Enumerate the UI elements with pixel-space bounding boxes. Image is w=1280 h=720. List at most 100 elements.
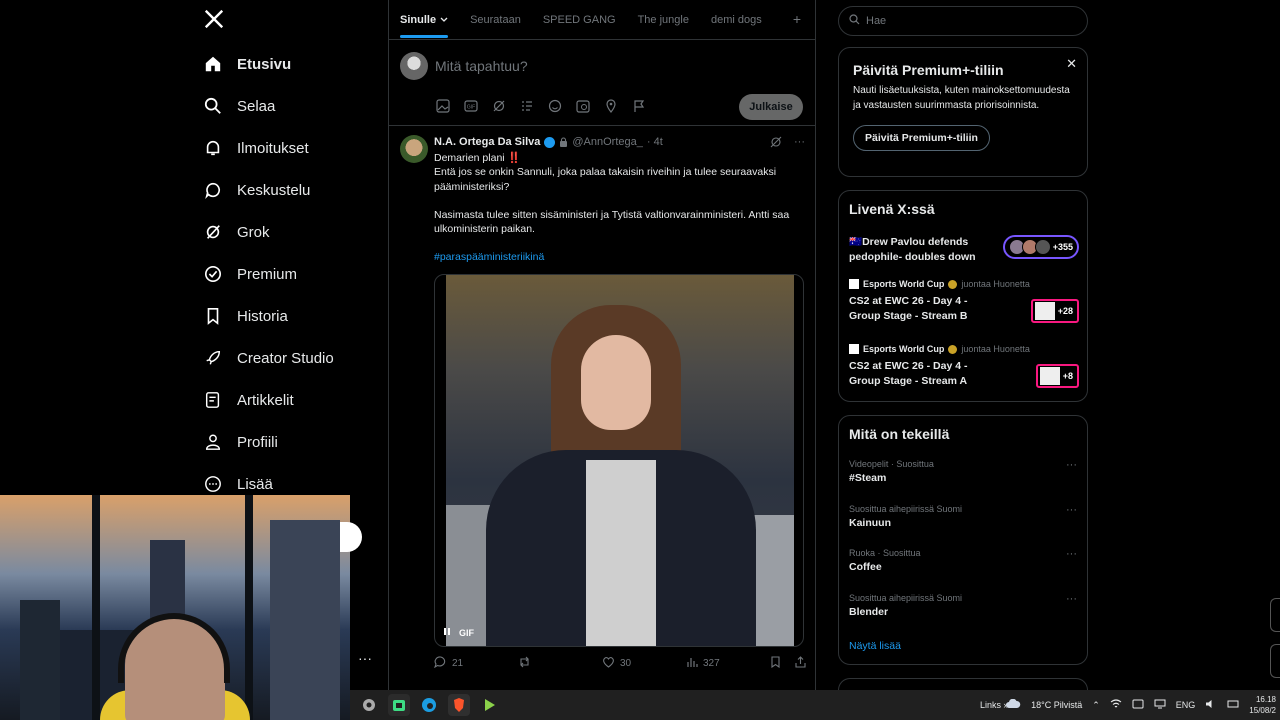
- tab-speed-gang[interactable]: SPEED GANG: [543, 14, 616, 26]
- gif-icon[interactable]: GIF: [463, 98, 479, 114]
- bookmark-icon[interactable]: [770, 656, 781, 671]
- live-section-title: Livenä X:ssä: [849, 201, 935, 217]
- location-icon[interactable]: [603, 98, 619, 114]
- nav-item-premium[interactable]: Premium: [203, 257, 297, 291]
- repost-icon: [518, 656, 531, 671]
- author-name[interactable]: N.A. Ortega Da Silva: [434, 136, 540, 148]
- trend-item[interactable]: Suosittua aihepiirissä Suomi Kainuun ···: [849, 504, 1079, 529]
- nav-item-home[interactable]: Etusivu: [203, 47, 291, 81]
- show-more-link[interactable]: Näytä lisää: [849, 640, 901, 652]
- image-icon[interactable]: [435, 98, 451, 114]
- search-input[interactable]: Hae: [838, 6, 1088, 36]
- more-icon[interactable]: ···: [794, 136, 805, 151]
- tab-following[interactable]: Seurataan: [470, 14, 521, 26]
- display-icon[interactable]: [1154, 699, 1166, 711]
- nav-item-explore[interactable]: Selaa: [203, 89, 275, 123]
- tab-the-jungle[interactable]: The jungle: [638, 14, 689, 26]
- upgrade-premium-button[interactable]: Päivitä Premium+-tiliin: [853, 125, 990, 151]
- close-icon[interactable]: ✕: [1066, 56, 1077, 72]
- more-icon[interactable]: ···: [1066, 504, 1077, 516]
- nav-label: Grok: [237, 223, 270, 241]
- screen: Etusivu Selaa Ilmoitukset Keskustelu Gro…: [0, 0, 1280, 720]
- brave-browser-icon[interactable]: [448, 694, 470, 716]
- links-label: Links: [980, 700, 1002, 710]
- more-icon[interactable]: ···: [1066, 459, 1077, 471]
- live-item[interactable]: Esports World Cup juontaa Huonetta CS2 a…: [849, 279, 1079, 323]
- repost-button[interactable]: [518, 656, 602, 671]
- emoji-icon[interactable]: [547, 98, 563, 114]
- tray-icon[interactable]: [1132, 699, 1144, 711]
- x-logo-icon[interactable]: [203, 8, 229, 34]
- chevron-up-icon[interactable]: ⌃: [1092, 700, 1100, 711]
- nav-item-articles[interactable]: Artikkelit: [203, 383, 294, 417]
- settings-app-icon[interactable]: [358, 694, 380, 716]
- nav-item-grok[interactable]: Grok: [203, 215, 270, 249]
- gif-frame: [446, 275, 794, 646]
- share-icon[interactable]: [795, 656, 806, 671]
- volume-icon[interactable]: [1205, 699, 1217, 711]
- reply-count: 21: [452, 658, 464, 669]
- tab-for-you[interactable]: Sinulle: [400, 14, 449, 38]
- avatar[interactable]: [400, 135, 428, 163]
- grok-icon[interactable]: [491, 98, 507, 114]
- trend-item[interactable]: Ruoka · Suosittua Coffee ···: [849, 548, 1079, 573]
- post-time[interactable]: · 4t: [647, 136, 663, 148]
- home-icon: [203, 54, 223, 74]
- live-item[interactable]: 🇦🇺Drew Pavlou defends pedophile- doubles…: [849, 235, 1079, 264]
- window-frame: [92, 495, 100, 720]
- more-icon[interactable]: ···: [1066, 593, 1077, 605]
- participant-count: +355: [1052, 242, 1073, 252]
- tweet-media-gif[interactable]: GIF: [434, 274, 804, 647]
- clock[interactable]: 16.18 15/08/2: [1249, 694, 1276, 716]
- trend-item[interactable]: Videopelit · Suosittua #Steam ···: [849, 459, 1079, 484]
- author-handle[interactable]: @AnnOrtega_: [572, 136, 643, 148]
- trends-title: Mitä on tekeillä: [849, 426, 950, 442]
- composer: Mitä tapahtuu? GIF Julkaise: [389, 40, 815, 126]
- weather-label[interactable]: 18°C Pilvistä: [1031, 700, 1082, 710]
- edge-browser-icon[interactable]: [418, 694, 440, 716]
- more-icon[interactable]: ···: [1066, 548, 1077, 560]
- nav-item-creator-studio[interactable]: Creator Studio: [203, 341, 334, 375]
- language-indicator[interactable]: ENG: [1176, 700, 1196, 710]
- post-button[interactable]: Julkaise: [739, 94, 803, 120]
- premium-description: Nauti lisäetuuksista, kuten mainoksettom…: [853, 85, 1070, 111]
- side-edge-handle[interactable]: [1270, 598, 1280, 632]
- views-button[interactable]: 327: [686, 656, 766, 671]
- city-building: [270, 520, 340, 720]
- source-suffix: juontaa Huonetta: [961, 344, 1030, 354]
- grok-icon[interactable]: [770, 136, 782, 151]
- store-app-icon[interactable]: [388, 694, 410, 716]
- like-button[interactable]: 30: [602, 656, 686, 671]
- views-icon: [686, 656, 698, 671]
- trend-term: #Steam: [849, 472, 887, 484]
- emoji: ‼️: [507, 152, 521, 164]
- schedule-icon[interactable]: [575, 98, 591, 114]
- hashtag-link[interactable]: #paraspääministeriikinä: [434, 251, 544, 263]
- nav-label: Keskustelu: [237, 181, 311, 199]
- flag-icon[interactable]: [631, 98, 647, 114]
- reply-button[interactable]: 21: [434, 656, 518, 671]
- poll-icon[interactable]: [519, 98, 535, 114]
- nav-item-bookmarks[interactable]: Historia: [203, 299, 288, 333]
- source-suffix: juontaa Huonetta: [961, 279, 1030, 289]
- couch: [754, 515, 794, 646]
- compose-input[interactable]: Mitä tapahtuu?: [435, 58, 528, 74]
- side-edge-handle[interactable]: [1270, 644, 1280, 678]
- avatar[interactable]: [400, 52, 428, 80]
- add-tab-icon[interactable]: +: [793, 11, 801, 27]
- account-more-icon[interactable]: ···: [358, 650, 372, 666]
- wifi-icon[interactable]: [1110, 699, 1122, 711]
- network-icon[interactable]: [1227, 699, 1239, 711]
- nav-item-notifications[interactable]: Ilmoitukset: [203, 131, 309, 165]
- trend-item[interactable]: Suosittua aihepiirissä Suomi Blender ···: [849, 593, 1079, 618]
- pause-icon[interactable]: [443, 627, 451, 638]
- nav-item-profile[interactable]: Profiili: [203, 425, 278, 459]
- avatar: [1034, 239, 1051, 255]
- tab-demi-dogs[interactable]: demi dogs: [711, 14, 762, 26]
- nav-item-messages[interactable]: Keskustelu: [203, 173, 310, 207]
- participant-count: +28: [1057, 306, 1073, 316]
- media-app-icon[interactable]: [478, 694, 500, 716]
- window-frame: [245, 495, 253, 720]
- nav-label: Profiili: [237, 433, 278, 451]
- live-item[interactable]: Esports World Cup juontaa Huonetta CS2 a…: [849, 344, 1079, 388]
